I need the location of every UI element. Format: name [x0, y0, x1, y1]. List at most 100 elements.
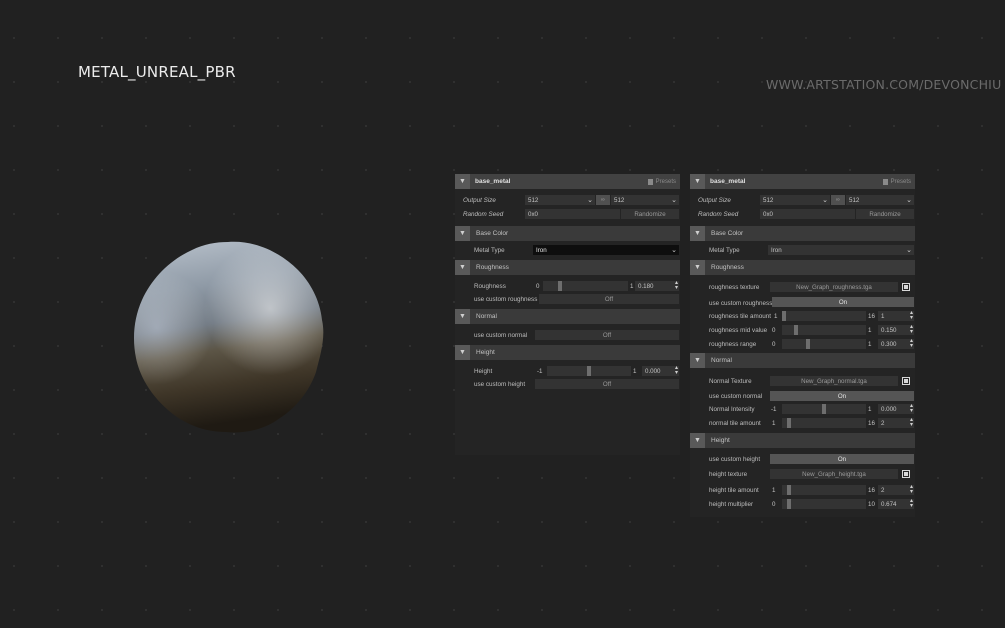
section-title: Normal [711, 357, 732, 364]
height-multiplier-label: height multiplier [709, 501, 754, 508]
normal-tile-value: 2 [881, 419, 885, 427]
slider-thumb[interactable] [557, 281, 562, 291]
section-base-color[interactable]: ▼ Base Color [690, 226, 915, 241]
height-slider[interactable] [547, 366, 631, 376]
section-roughness[interactable]: ▼ Roughness [690, 260, 915, 275]
up-down-arrows-icon[interactable]: ▴ ▾ [910, 310, 913, 321]
metal-type-select[interactable]: Iron ⌄ [533, 245, 679, 255]
up-down-arrows-icon[interactable]: ▴ ▾ [910, 403, 913, 414]
slider-thumb[interactable] [787, 499, 792, 509]
slider-min: 1 [772, 487, 776, 494]
use-custom-normal-toggle[interactable]: Off [535, 330, 679, 340]
roughness-value-input[interactable]: 0.180 ▴ ▾ [635, 280, 679, 291]
roughness-mid-value-input[interactable]: 0.150 ▴ ▾ [878, 324, 914, 335]
slider-max: 1 [868, 327, 872, 334]
normal-tile-slider[interactable] [782, 418, 866, 428]
frame-icon[interactable] [902, 470, 910, 478]
up-down-arrows-icon[interactable]: ▴ ▾ [675, 365, 678, 376]
section-normal[interactable]: ▼ Normal [455, 309, 680, 324]
chevron-down-icon: ⌄ [671, 197, 677, 204]
roughness-texture-file[interactable]: New_Graph_roughness.tga [770, 282, 898, 292]
up-down-arrows-icon[interactable]: ▴ ▾ [910, 484, 913, 495]
chevron-down-icon[interactable]: ▼ [690, 174, 705, 189]
use-custom-roughness-label: use custom roughness [709, 300, 773, 307]
height-texture-file[interactable]: New_Graph_height.tga [770, 469, 898, 479]
normal-intensity-value-input[interactable]: 0.000 ▴ ▾ [878, 403, 914, 414]
section-title: Base Color [476, 230, 509, 237]
slider-thumb[interactable] [822, 404, 826, 414]
slider-thumb[interactable] [782, 311, 786, 321]
chevron-down-icon[interactable]: ▼ [455, 309, 470, 324]
roughness-range-value-input[interactable]: 0.300 ▴ ▾ [878, 338, 914, 349]
output-size-height-value: 512 [614, 196, 625, 204]
use-custom-roughness-toggle[interactable]: On [772, 297, 914, 307]
chevron-down-icon[interactable]: ▼ [455, 345, 470, 360]
use-custom-height-toggle[interactable]: On [770, 454, 914, 464]
section-roughness[interactable]: ▼ Roughness [455, 260, 680, 275]
frame-icon[interactable] [902, 283, 910, 291]
use-custom-height-toggle[interactable]: Off [535, 379, 679, 389]
roughness-mid-slider[interactable] [782, 325, 866, 335]
random-seed-input[interactable]: 0x0 [525, 209, 620, 219]
slider-max: 10 [868, 501, 875, 508]
slider-min: 0 [772, 327, 776, 334]
randomize-button[interactable]: Randomize [856, 209, 914, 219]
chevron-down-icon[interactable]: ▼ [690, 433, 705, 448]
output-size-height-select[interactable]: 512 ⌄ [846, 195, 914, 205]
output-size-width-select[interactable]: 512 ⌄ [760, 195, 830, 205]
up-down-arrows-icon[interactable]: ▴ ▾ [910, 324, 913, 335]
chevron-down-icon[interactable]: ▼ [455, 174, 470, 189]
slider-min: -1 [771, 406, 777, 413]
link-size-button[interactable]: ∞ [831, 195, 845, 205]
chevron-down-icon[interactable]: ▼ [455, 226, 470, 241]
use-custom-roughness-toggle[interactable]: Off [539, 294, 679, 304]
link-size-button[interactable]: ∞ [596, 195, 610, 205]
normal-texture-file[interactable]: New_Graph_normal.tga [770, 376, 898, 386]
frame-icon[interactable] [902, 377, 910, 385]
up-down-arrows-icon[interactable]: ▴ ▾ [910, 498, 913, 509]
height-multiplier-slider[interactable] [782, 499, 866, 509]
chevron-down-icon[interactable]: ▼ [690, 226, 705, 241]
normal-intensity-slider[interactable] [782, 404, 866, 414]
roughness-slider[interactable] [543, 281, 628, 291]
normal-tile-value-input[interactable]: 2 ▴ ▾ [878, 417, 914, 428]
section-title: Height [711, 437, 730, 444]
use-custom-height-label: use custom height [709, 456, 761, 463]
section-height[interactable]: ▼ Height [455, 345, 680, 360]
output-size-height-select[interactable]: 512 ⌄ [611, 195, 679, 205]
metal-type-select[interactable]: Iron ⌄ [768, 245, 914, 255]
randomize-button[interactable]: Randomize [621, 209, 679, 219]
up-down-arrows-icon[interactable]: ▴ ▾ [675, 280, 678, 291]
section-height[interactable]: ▼ Height [690, 433, 915, 448]
slider-thumb[interactable] [794, 325, 798, 335]
metal-type-value: Iron [771, 246, 782, 254]
height-tile-slider[interactable] [782, 485, 866, 495]
roughness-tile-value-input[interactable]: 1 ▴ ▾ [878, 310, 914, 321]
output-size-width-select[interactable]: 512 ⌄ [525, 195, 595, 205]
roughness-tile-slider[interactable] [782, 311, 866, 321]
up-down-arrows-icon[interactable]: ▴ ▾ [910, 338, 913, 349]
chevron-down-icon[interactable]: ▼ [690, 353, 705, 368]
slider-thumb[interactable] [787, 418, 792, 428]
up-down-arrows-icon[interactable]: ▴ ▾ [910, 417, 913, 428]
roughness-range-label: roughness range [709, 341, 757, 348]
height-value-input[interactable]: 0.000 ▴ ▾ [642, 365, 679, 376]
height-multiplier-value-input[interactable]: 0.674 ▴ ▾ [878, 498, 914, 509]
section-base-color[interactable]: ▼ Base Color [455, 226, 680, 241]
chevron-down-icon[interactable]: ▼ [455, 260, 470, 275]
roughness-tile-amount-label: roughness tile amount [709, 313, 771, 320]
roughness-range-slider[interactable] [782, 339, 866, 349]
slider-thumb[interactable] [787, 485, 792, 495]
presets-button[interactable]: Presets [647, 178, 676, 185]
presets-button[interactable]: Presets [882, 178, 911, 185]
use-custom-normal-toggle[interactable]: On [770, 391, 914, 401]
slider-thumb[interactable] [587, 366, 591, 376]
section-normal[interactable]: ▼ Normal [690, 353, 915, 368]
random-seed-input[interactable]: 0x0 [760, 209, 855, 219]
chevron-down-icon[interactable]: ▼ [690, 260, 705, 275]
roughness-range-value: 0.300 [881, 340, 897, 348]
slider-max: 16 [868, 487, 875, 494]
slider-thumb[interactable] [806, 339, 810, 349]
height-tile-value-input[interactable]: 2 ▴ ▾ [878, 484, 914, 495]
metal-type-label: Metal Type [474, 247, 505, 254]
